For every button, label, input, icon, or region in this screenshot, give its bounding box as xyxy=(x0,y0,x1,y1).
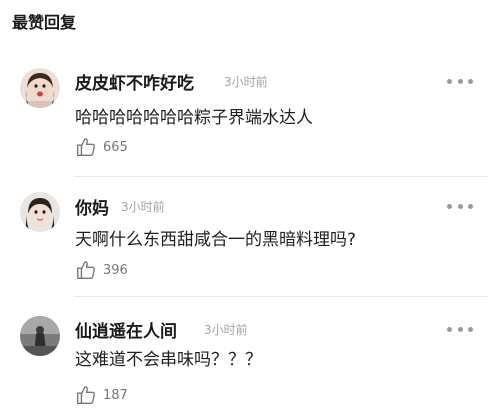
username[interactable]: 仙逍遥在人间 xyxy=(75,317,177,342)
thumbs-up-icon xyxy=(77,261,95,279)
comment-item: 皮皮虾不咋好吃 3小时前 哈哈哈哈哈哈哈粽子界端水达人 665 xyxy=(0,56,499,176)
more-dots-icon[interactable] xyxy=(447,203,473,209)
like-count: 396 xyxy=(103,262,128,278)
thumbs-up-icon xyxy=(77,386,95,404)
section-title: 最赞回复 xyxy=(12,13,77,32)
comment-time: 3小时前 xyxy=(204,323,248,337)
more-dots-icon[interactable] xyxy=(447,78,473,84)
comment-item: 仙逍遥在人间 3小时前 这难道不会串味吗？？？ 187 xyxy=(0,300,499,409)
user-avatar-photo-icon[interactable] xyxy=(20,316,60,356)
like-count: 187 xyxy=(103,387,128,403)
divider xyxy=(74,296,489,297)
comment-item: 你妈 3小时前 天啊什么东西甜咸合一的黑暗料理吗? 396 xyxy=(0,180,499,295)
comment-text: 哈哈哈哈哈哈哈粽子界端水达人 xyxy=(75,108,313,128)
like-button[interactable]: 396 xyxy=(75,259,128,281)
comment-time: 3小时前 xyxy=(224,75,268,89)
comment-time: 3小时前 xyxy=(121,200,165,214)
divider xyxy=(74,176,489,177)
username[interactable]: 皮皮虾不咋好吃 xyxy=(75,69,194,94)
comment-text: 这难道不会串味吗？？？ xyxy=(75,350,262,370)
like-button[interactable]: 665 xyxy=(75,136,128,158)
like-button[interactable]: 187 xyxy=(75,384,128,406)
more-dots-icon[interactable] xyxy=(447,326,473,332)
thumbs-up-icon xyxy=(77,138,95,156)
comment-text: 天啊什么东西甜咸合一的黑暗料理吗? xyxy=(75,230,357,250)
like-count: 665 xyxy=(103,139,128,155)
username[interactable]: 你妈 xyxy=(75,194,109,219)
user-avatar-girl-icon[interactable] xyxy=(20,192,60,232)
user-avatar-girl-icon[interactable] xyxy=(20,68,60,108)
